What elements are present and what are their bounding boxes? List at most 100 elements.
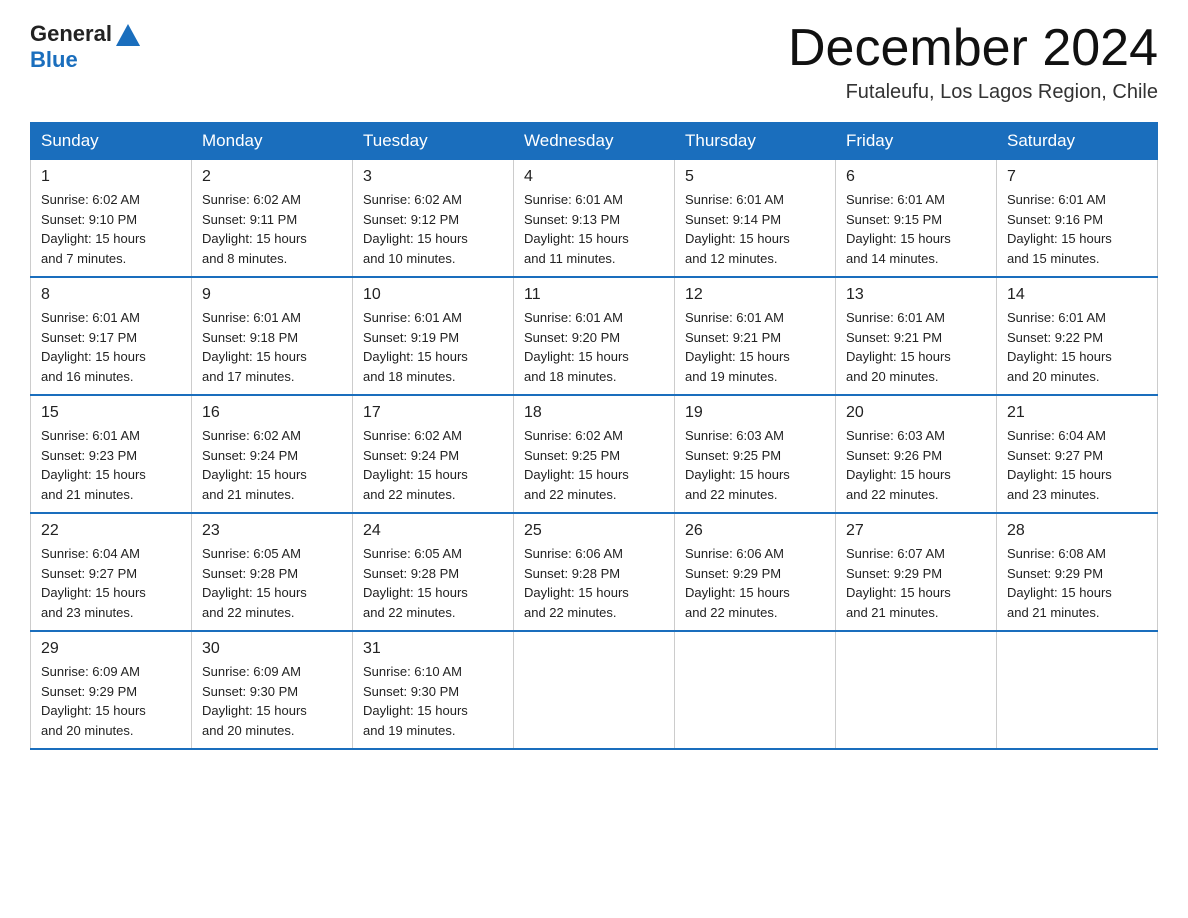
day-info: Sunrise: 6:03 AMSunset: 9:25 PMDaylight:… <box>685 428 790 502</box>
weekday-header-sunday: Sunday <box>31 123 192 160</box>
calendar-cell: 19 Sunrise: 6:03 AMSunset: 9:25 PMDaylig… <box>675 395 836 513</box>
day-number: 19 <box>685 404 825 422</box>
day-number: 20 <box>846 404 986 422</box>
day-number: 4 <box>524 168 664 186</box>
day-info: Sunrise: 6:06 AMSunset: 9:28 PMDaylight:… <box>524 546 629 620</box>
weekday-header-thursday: Thursday <box>675 123 836 160</box>
day-info: Sunrise: 6:09 AMSunset: 9:29 PMDaylight:… <box>41 664 146 738</box>
calendar-cell: 8 Sunrise: 6:01 AMSunset: 9:17 PMDayligh… <box>31 277 192 395</box>
day-info: Sunrise: 6:10 AMSunset: 9:30 PMDaylight:… <box>363 664 468 738</box>
day-info: Sunrise: 6:04 AMSunset: 9:27 PMDaylight:… <box>41 546 146 620</box>
calendar-cell: 31 Sunrise: 6:10 AMSunset: 9:30 PMDaylig… <box>353 631 514 749</box>
day-number: 31 <box>363 640 503 658</box>
day-number: 5 <box>685 168 825 186</box>
calendar-cell: 27 Sunrise: 6:07 AMSunset: 9:29 PMDaylig… <box>836 513 997 631</box>
calendar-cell: 13 Sunrise: 6:01 AMSunset: 9:21 PMDaylig… <box>836 277 997 395</box>
day-info: Sunrise: 6:01 AMSunset: 9:18 PMDaylight:… <box>202 310 307 384</box>
weekday-header-wednesday: Wednesday <box>514 123 675 160</box>
day-info: Sunrise: 6:01 AMSunset: 9:13 PMDaylight:… <box>524 192 629 266</box>
logo-icon <box>114 20 142 48</box>
logo: General Blue <box>30 20 142 72</box>
day-info: Sunrise: 6:05 AMSunset: 9:28 PMDaylight:… <box>202 546 307 620</box>
day-info: Sunrise: 6:03 AMSunset: 9:26 PMDaylight:… <box>846 428 951 502</box>
day-info: Sunrise: 6:01 AMSunset: 9:19 PMDaylight:… <box>363 310 468 384</box>
day-number: 26 <box>685 522 825 540</box>
day-info: Sunrise: 6:01 AMSunset: 9:17 PMDaylight:… <box>41 310 146 384</box>
week-row-1: 1 Sunrise: 6:02 AMSunset: 9:10 PMDayligh… <box>31 160 1158 278</box>
day-number: 8 <box>41 286 181 304</box>
calendar-cell: 5 Sunrise: 6:01 AMSunset: 9:14 PMDayligh… <box>675 160 836 278</box>
week-row-3: 15 Sunrise: 6:01 AMSunset: 9:23 PMDaylig… <box>31 395 1158 513</box>
day-number: 15 <box>41 404 181 422</box>
day-info: Sunrise: 6:01 AMSunset: 9:23 PMDaylight:… <box>41 428 146 502</box>
day-info: Sunrise: 6:08 AMSunset: 9:29 PMDaylight:… <box>1007 546 1112 620</box>
day-info: Sunrise: 6:01 AMSunset: 9:21 PMDaylight:… <box>846 310 951 384</box>
day-number: 23 <box>202 522 342 540</box>
calendar-cell: 1 Sunrise: 6:02 AMSunset: 9:10 PMDayligh… <box>31 160 192 278</box>
calendar-cell: 11 Sunrise: 6:01 AMSunset: 9:20 PMDaylig… <box>514 277 675 395</box>
calendar-cell: 21 Sunrise: 6:04 AMSunset: 9:27 PMDaylig… <box>997 395 1158 513</box>
calendar-cell: 24 Sunrise: 6:05 AMSunset: 9:28 PMDaylig… <box>353 513 514 631</box>
day-number: 18 <box>524 404 664 422</box>
day-info: Sunrise: 6:05 AMSunset: 9:28 PMDaylight:… <box>363 546 468 620</box>
day-info: Sunrise: 6:06 AMSunset: 9:29 PMDaylight:… <box>685 546 790 620</box>
week-row-2: 8 Sunrise: 6:01 AMSunset: 9:17 PMDayligh… <box>31 277 1158 395</box>
day-number: 9 <box>202 286 342 304</box>
calendar-cell: 18 Sunrise: 6:02 AMSunset: 9:25 PMDaylig… <box>514 395 675 513</box>
calendar-cell: 10 Sunrise: 6:01 AMSunset: 9:19 PMDaylig… <box>353 277 514 395</box>
day-info: Sunrise: 6:01 AMSunset: 9:20 PMDaylight:… <box>524 310 629 384</box>
calendar-cell: 30 Sunrise: 6:09 AMSunset: 9:30 PMDaylig… <box>192 631 353 749</box>
calendar-cell: 9 Sunrise: 6:01 AMSunset: 9:18 PMDayligh… <box>192 277 353 395</box>
day-info: Sunrise: 6:01 AMSunset: 9:16 PMDaylight:… <box>1007 192 1112 266</box>
calendar-cell <box>514 631 675 749</box>
day-info: Sunrise: 6:02 AMSunset: 9:24 PMDaylight:… <box>363 428 468 502</box>
calendar-table: SundayMondayTuesdayWednesdayThursdayFrid… <box>30 122 1158 750</box>
day-number: 17 <box>363 404 503 422</box>
day-info: Sunrise: 6:01 AMSunset: 9:21 PMDaylight:… <box>685 310 790 384</box>
calendar-cell: 4 Sunrise: 6:01 AMSunset: 9:13 PMDayligh… <box>514 160 675 278</box>
calendar-subtitle: Futaleufu, Los Lagos Region, Chile <box>788 81 1158 104</box>
calendar-cell: 7 Sunrise: 6:01 AMSunset: 9:16 PMDayligh… <box>997 160 1158 278</box>
day-number: 16 <box>202 404 342 422</box>
day-number: 14 <box>1007 286 1147 304</box>
day-info: Sunrise: 6:07 AMSunset: 9:29 PMDaylight:… <box>846 546 951 620</box>
day-number: 10 <box>363 286 503 304</box>
title-area: December 2024 Futaleufu, Los Lagos Regio… <box>788 20 1158 104</box>
calendar-cell: 23 Sunrise: 6:05 AMSunset: 9:28 PMDaylig… <box>192 513 353 631</box>
day-number: 11 <box>524 286 664 304</box>
weekday-header-row: SundayMondayTuesdayWednesdayThursdayFrid… <box>31 123 1158 160</box>
day-info: Sunrise: 6:02 AMSunset: 9:10 PMDaylight:… <box>41 192 146 266</box>
calendar-cell <box>997 631 1158 749</box>
calendar-cell: 12 Sunrise: 6:01 AMSunset: 9:21 PMDaylig… <box>675 277 836 395</box>
day-info: Sunrise: 6:02 AMSunset: 9:25 PMDaylight:… <box>524 428 629 502</box>
day-info: Sunrise: 6:01 AMSunset: 9:15 PMDaylight:… <box>846 192 951 266</box>
calendar-cell <box>836 631 997 749</box>
calendar-cell: 2 Sunrise: 6:02 AMSunset: 9:11 PMDayligh… <box>192 160 353 278</box>
weekday-header-saturday: Saturday <box>997 123 1158 160</box>
calendar-cell: 26 Sunrise: 6:06 AMSunset: 9:29 PMDaylig… <box>675 513 836 631</box>
calendar-cell: 14 Sunrise: 6:01 AMSunset: 9:22 PMDaylig… <box>997 277 1158 395</box>
logo-text: General Blue <box>30 20 142 72</box>
day-number: 21 <box>1007 404 1147 422</box>
week-row-4: 22 Sunrise: 6:04 AMSunset: 9:27 PMDaylig… <box>31 513 1158 631</box>
day-number: 6 <box>846 168 986 186</box>
calendar-cell: 15 Sunrise: 6:01 AMSunset: 9:23 PMDaylig… <box>31 395 192 513</box>
day-info: Sunrise: 6:02 AMSunset: 9:11 PMDaylight:… <box>202 192 307 266</box>
day-number: 25 <box>524 522 664 540</box>
calendar-cell: 29 Sunrise: 6:09 AMSunset: 9:29 PMDaylig… <box>31 631 192 749</box>
day-number: 28 <box>1007 522 1147 540</box>
day-info: Sunrise: 6:01 AMSunset: 9:14 PMDaylight:… <box>685 192 790 266</box>
calendar-cell: 3 Sunrise: 6:02 AMSunset: 9:12 PMDayligh… <box>353 160 514 278</box>
day-info: Sunrise: 6:02 AMSunset: 9:12 PMDaylight:… <box>363 192 468 266</box>
weekday-header-tuesday: Tuesday <box>353 123 514 160</box>
calendar-cell: 6 Sunrise: 6:01 AMSunset: 9:15 PMDayligh… <box>836 160 997 278</box>
calendar-cell: 16 Sunrise: 6:02 AMSunset: 9:24 PMDaylig… <box>192 395 353 513</box>
day-info: Sunrise: 6:04 AMSunset: 9:27 PMDaylight:… <box>1007 428 1112 502</box>
day-number: 1 <box>41 168 181 186</box>
calendar-title: December 2024 <box>788 20 1158 77</box>
day-info: Sunrise: 6:01 AMSunset: 9:22 PMDaylight:… <box>1007 310 1112 384</box>
day-number: 3 <box>363 168 503 186</box>
logo-general: General <box>30 22 112 46</box>
day-number: 29 <box>41 640 181 658</box>
day-number: 24 <box>363 522 503 540</box>
